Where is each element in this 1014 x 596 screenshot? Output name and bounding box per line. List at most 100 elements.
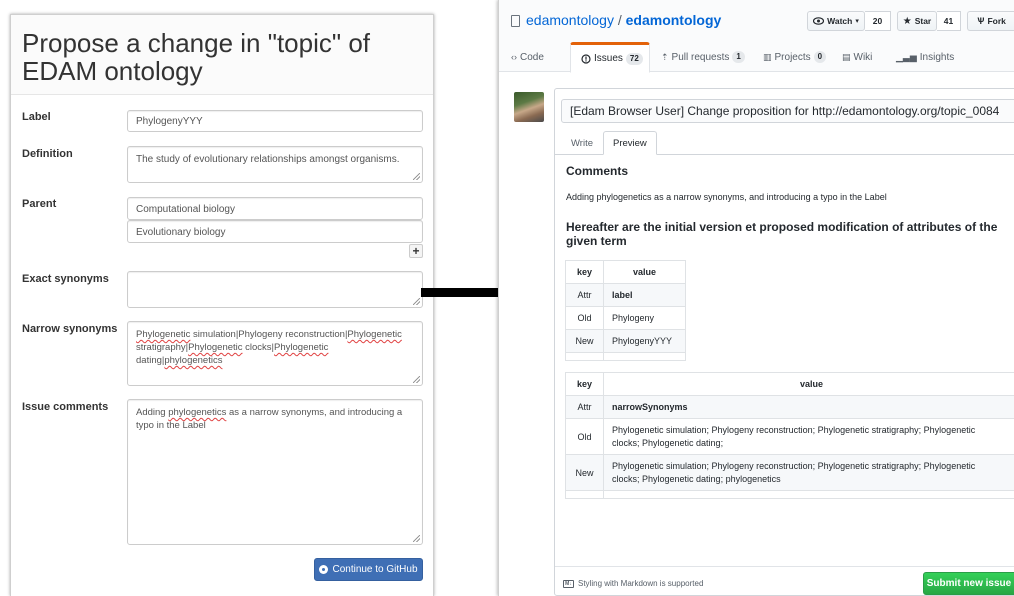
tab-issues-label: Issues <box>594 53 623 64</box>
label-input[interactable]: PhylogenyYYY <box>127 110 423 132</box>
table-cell: Phylogenetic simulation; Phylogeny recon… <box>603 454 1014 491</box>
arrow-shaft <box>421 288 507 297</box>
hereafter-heading: Hereafter are the initial version et pro… <box>566 220 998 248</box>
tab-projects[interactable]: ▥ Projects 0 <box>763 42 827 72</box>
exact-synonyms-textarea[interactable] <box>127 271 423 308</box>
parent-field-label: Parent <box>22 198 57 210</box>
definition-field-label: Definition <box>22 148 73 160</box>
tab-insights[interactable]: ▁▃▅ Insights <box>896 42 954 72</box>
book-icon: ▤ <box>842 51 851 62</box>
issue-comments-text-0: Adding <box>136 407 169 418</box>
submit-new-issue-button[interactable]: Submit new issue <box>923 572 1014 595</box>
repo-owner-link[interactable]: edamontology <box>526 12 614 28</box>
table-row-empty <box>565 490 1014 499</box>
repo-name-link[interactable]: edamontology <box>626 12 722 28</box>
table-cell: Phylogeny <box>603 306 686 330</box>
table-header: value <box>603 372 1014 396</box>
table-cell: Attr <box>565 395 604 419</box>
tab-wiki-label: Wiki <box>853 51 873 63</box>
github-icon <box>319 565 329 574</box>
parent-input-2[interactable]: Evolutionary biology <box>127 220 423 243</box>
tab-issues[interactable]: Issues 72 <box>570 42 650 73</box>
fork-icon: Ѱ <box>977 16 985 26</box>
fork-button[interactable]: Ѱ Fork <box>967 11 1014 31</box>
table-cell: New <box>565 329 604 353</box>
tab-projects-label: Projects <box>774 51 811 63</box>
project-icon: ▥ <box>763 51 772 62</box>
editor-footer-divider <box>555 566 1014 567</box>
narrow-synonyms-text-1: simulation|Phylogeny reconstruction| <box>190 329 348 340</box>
table-header: key <box>565 372 604 396</box>
narrow-synonyms-text-2: Phylogenetic <box>347 329 402 340</box>
continue-button-label: Continue to GitHub <box>332 564 418 575</box>
issue-opened-icon <box>581 53 591 64</box>
markdown-note-link[interactable]: Styling with Markdown is supported <box>578 579 703 588</box>
watch-count[interactable]: 20 <box>865 11 891 31</box>
parent-input-1[interactable]: Computational biology <box>127 197 423 220</box>
add-parent-button[interactable]: + <box>409 244 423 258</box>
repo-breadcrumb: edamontology / edamontology <box>526 12 721 28</box>
projects-counter: 0 <box>813 51 827 63</box>
table-cell: Old <box>565 418 604 455</box>
table-row: Attr narrowSynonyms <box>565 395 1014 419</box>
star-count[interactable]: 41 <box>937 11 961 31</box>
code-icon: ‹› <box>511 52 517 62</box>
watch-button[interactable]: Watch ▾ <box>807 11 865 31</box>
table-row: Old Phylogeny <box>565 306 686 330</box>
definition-textarea[interactable]: The study of evolutionary relationships … <box>127 146 423 183</box>
resize-grip-icon[interactable] <box>413 535 420 542</box>
form-title: Propose a change in "topic" of EDAM onto… <box>22 28 371 86</box>
write-tab[interactable]: Write <box>571 131 593 155</box>
pull-request-icon: ⇡ <box>661 51 669 62</box>
tab-pull-requests[interactable]: ⇡ Pull requests 1 <box>661 42 745 72</box>
label-diff-table: key value Attr label Old Phylogeny New P… <box>565 260 686 361</box>
comments-heading: Comments <box>566 164 629 178</box>
table-row: New PhylogenyYYY <box>565 329 686 353</box>
issues-counter: 72 <box>625 52 643 65</box>
narrow-synonyms-text-3: stratigraphy| <box>136 342 189 353</box>
table-row: Old Phylogenetic simulation; Phylogeny r… <box>565 418 1014 455</box>
table-cell: narrowSynonyms <box>603 395 1014 419</box>
issue-title-input[interactable]: [Edam Browser User] Change proposition f… <box>561 99 1014 123</box>
definition-text: The study of evolutionary relationships … <box>136 154 400 165</box>
narrow-synonyms-text-4: Phylogenetic <box>188 342 243 353</box>
avatar[interactable] <box>514 92 544 122</box>
label-field-label: Label <box>22 111 51 123</box>
markdown-icon: M↓ <box>563 580 574 588</box>
narrow-synonyms-text-0: Phylogenetic <box>136 329 191 340</box>
star-icon: ★ <box>902 15 912 27</box>
watch-label: Watch <box>827 16 853 26</box>
resize-grip-icon[interactable] <box>413 298 420 305</box>
narrow-synonyms-field-label: Narrow synonyms <box>22 323 118 335</box>
graph-icon: ▁▃▅ <box>896 51 917 62</box>
issue-comments-text-1: phylogenetics <box>168 407 227 418</box>
repo-separator: / <box>617 12 622 28</box>
tab-code-label: Code <box>520 51 544 63</box>
narrow-synonyms-textarea[interactable]: Phylogenetic simulation|Phylogeny recons… <box>127 321 423 386</box>
narrow-synonyms-text-7: dating| <box>136 355 165 366</box>
narrow-synonyms-text-6: Phylogenetic <box>274 342 329 353</box>
propose-change-form: Propose a change in "topic" of EDAM onto… <box>10 14 434 596</box>
issue-comments-textarea[interactable]: Adding phylogenetics as a narrow synonym… <box>127 399 423 545</box>
table-cell: PhylogenyYYY <box>603 329 686 353</box>
repo-icon <box>511 15 520 27</box>
star-label: Star <box>914 16 932 26</box>
comments-text: Adding phylogenetics as a narrow synonym… <box>566 192 887 202</box>
preview-tab[interactable]: Preview <box>603 131 657 155</box>
tab-wiki[interactable]: ▤ Wiki <box>842 42 872 72</box>
resize-grip-icon[interactable] <box>413 376 420 383</box>
table-header: value <box>603 260 686 284</box>
table-cell: Phylogenetic simulation; Phylogeny recon… <box>603 418 1014 455</box>
resize-grip-icon[interactable] <box>413 173 420 180</box>
form-header: Propose a change in "topic" of EDAM onto… <box>11 15 433 95</box>
issue-comments-field-label: Issue comments <box>22 401 109 413</box>
narrow-synonyms-diff-table: key value Attr narrowSynonyms Old Phylog… <box>565 372 1014 499</box>
table-header: key <box>565 260 604 284</box>
repo-nav-tabs: ‹› Code Issues 72 ⇡ Pull requests 1 ▥ Pr… <box>499 42 1014 73</box>
star-button[interactable]: ★ Star <box>897 11 937 31</box>
github-new-issue-page: edamontology / edamontology Watch ▾ 20 ★… <box>498 0 1014 596</box>
continue-to-github-button[interactable]: Continue to GitHub <box>314 558 423 581</box>
tab-code[interactable]: ‹› Code <box>511 42 544 72</box>
table-row-empty <box>565 352 686 361</box>
narrow-synonyms-text-5: clocks| <box>242 342 275 353</box>
